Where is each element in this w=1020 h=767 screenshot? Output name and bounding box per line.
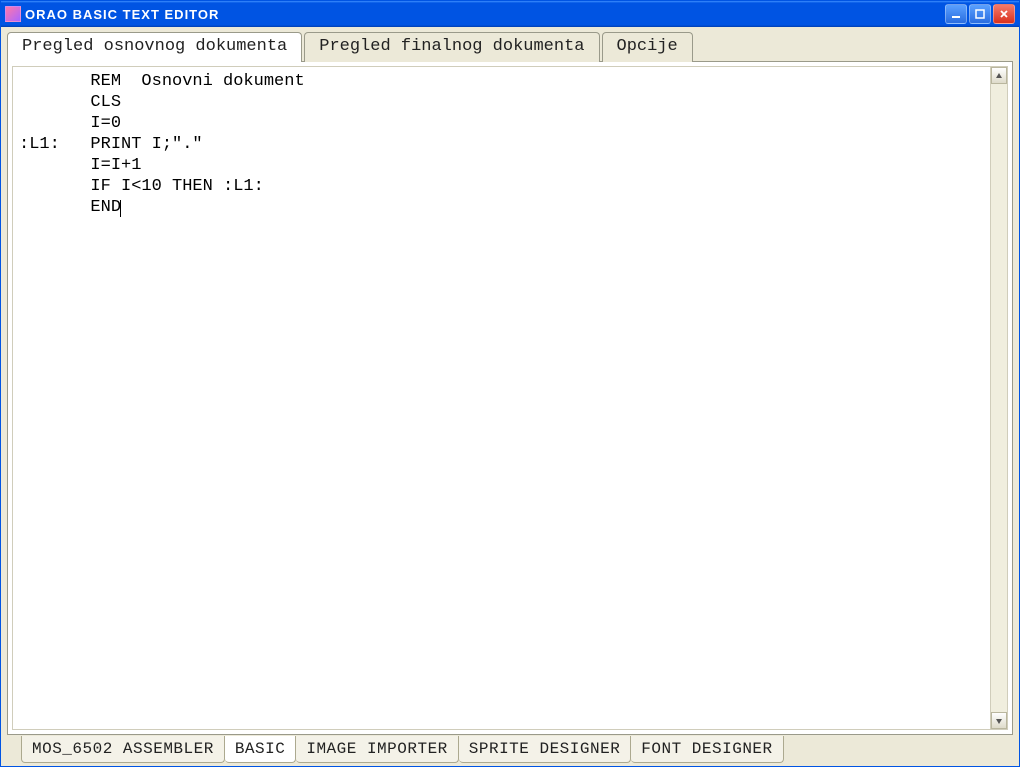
window-title: ORAO BASIC TEXT EDITOR bbox=[25, 7, 945, 22]
editor-container: REM Osnovni dokument CLS I=0 :L1: PRINT … bbox=[12, 66, 1008, 730]
scroll-up-button[interactable] bbox=[991, 67, 1007, 84]
window-controls bbox=[945, 4, 1015, 24]
tab-label: FONT DESIGNER bbox=[641, 740, 772, 758]
close-button[interactable] bbox=[993, 4, 1015, 24]
tab-sprite-designer[interactable]: SPRITE DESIGNER bbox=[459, 736, 632, 763]
maximize-button[interactable] bbox=[969, 4, 991, 24]
tab-assembler[interactable]: MOS_6502 ASSEMBLER bbox=[21, 736, 225, 763]
tab-image-importer[interactable]: IMAGE IMPORTER bbox=[296, 736, 458, 763]
text-caret bbox=[120, 200, 121, 217]
tab-label: Pregled finalnog dokumenta bbox=[319, 37, 584, 56]
code-text: REM Osnovni dokument CLS I=0 :L1: PRINT … bbox=[19, 72, 305, 217]
tab-basic[interactable]: BASIC bbox=[225, 736, 297, 763]
scroll-down-button[interactable] bbox=[991, 712, 1007, 729]
client-area: Pregled osnovnog dokumenta Pregled final… bbox=[1, 27, 1019, 766]
tab-label: Pregled osnovnog dokumenta bbox=[22, 37, 287, 56]
tab-pregled-osnovnog[interactable]: Pregled osnovnog dokumenta bbox=[7, 32, 302, 62]
tab-font-designer[interactable]: FONT DESIGNER bbox=[631, 736, 783, 763]
minimize-button[interactable] bbox=[945, 4, 967, 24]
code-editor[interactable]: REM Osnovni dokument CLS I=0 :L1: PRINT … bbox=[13, 67, 1007, 222]
tab-body: REM Osnovni dokument CLS I=0 :L1: PRINT … bbox=[7, 61, 1013, 735]
tab-label: Opcije bbox=[617, 37, 678, 56]
tab-pregled-finalnog[interactable]: Pregled finalnog dokumenta bbox=[304, 32, 599, 62]
tab-label: SPRITE DESIGNER bbox=[469, 740, 621, 758]
top-tabs: Pregled osnovnog dokumenta Pregled final… bbox=[7, 31, 1013, 61]
tab-label: IMAGE IMPORTER bbox=[306, 740, 447, 758]
tab-opcije[interactable]: Opcije bbox=[602, 32, 693, 62]
vertical-scrollbar[interactable] bbox=[990, 67, 1007, 729]
tab-label: BASIC bbox=[235, 740, 286, 758]
bottom-tabs: MOS_6502 ASSEMBLER BASIC IMAGE IMPORTER … bbox=[7, 737, 1013, 764]
window-titlebar: ORAO BASIC TEXT EDITOR bbox=[1, 1, 1019, 27]
scroll-track[interactable] bbox=[991, 84, 1007, 712]
app-icon bbox=[5, 6, 21, 22]
tab-label: MOS_6502 ASSEMBLER bbox=[32, 740, 214, 758]
